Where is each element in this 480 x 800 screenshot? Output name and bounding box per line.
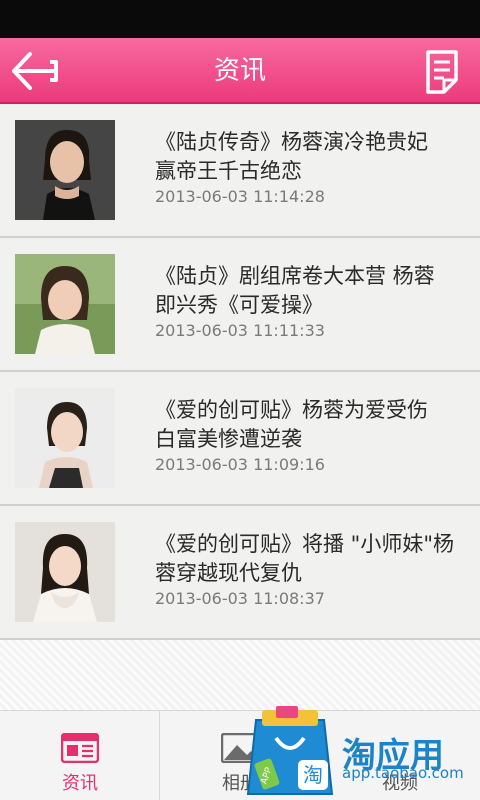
back-button[interactable] [10,50,60,92]
news-title: 《爱的创可贴》杨蓉为爱受伤 白富美惨遭逆袭 [155,398,428,451]
app-header: 资讯 [0,38,480,104]
news-time: 2013-06-03 11:08:37 [155,589,325,608]
news-title: 《陆贞》剧组席卷大本营 杨蓉即兴秀《可爱操》 [155,264,435,317]
news-icon [61,733,99,763]
tab-news[interactable]: 资讯 [0,711,160,800]
taobao-app-promo[interactable]: 淘 APP 淘应用 app.taobao.com [240,704,480,800]
back-arrow-icon [12,52,58,90]
menu-button[interactable] [422,48,462,94]
news-title: 《陆贞传奇》杨蓉演冷艳贵妃 赢帝王千古绝恋 [155,130,428,183]
news-time: 2013-06-03 11:14:28 [155,187,325,206]
news-title: 《爱的创可贴》将播 "小师妹"杨蓉穿越现代复仇 [155,532,454,585]
status-bar [0,0,480,38]
news-thumbnail [15,522,115,622]
news-item[interactable]: 《陆贞》剧组席卷大本营 杨蓉即兴秀《可爱操》 2013-06-03 11:11:… [0,238,480,372]
news-thumbnail [15,120,115,220]
news-item[interactable]: 《爱的创可贴》杨蓉为爱受伤 白富美惨遭逆袭 2013-06-03 11:09:1… [0,372,480,506]
news-time: 2013-06-03 11:09:16 [155,455,325,474]
promo-url: app.taobao.com [342,764,464,782]
news-item[interactable]: 《陆贞传奇》杨蓉演冷艳贵妃 赢帝王千古绝恋 2013-06-03 11:14:2… [0,104,480,238]
news-time: 2013-06-03 11:11:33 [155,321,325,340]
news-list: 《陆贞传奇》杨蓉演冷艳贵妃 赢帝王千古绝恋 2013-06-03 11:14:2… [0,104,480,640]
shopping-bag-icon: 淘 APP [246,706,334,795]
page-title: 资讯 [213,56,266,86]
bag-char: 淘 [303,763,323,787]
document-menu-icon [426,50,458,94]
news-item[interactable]: 《爱的创可贴》将播 "小师妹"杨蓉穿越现代复仇 2013-06-03 11:08… [0,506,480,640]
tab-label: 资讯 [62,773,98,794]
list-empty-area [0,640,480,710]
news-thumbnail [15,254,115,354]
news-thumbnail [15,388,115,488]
